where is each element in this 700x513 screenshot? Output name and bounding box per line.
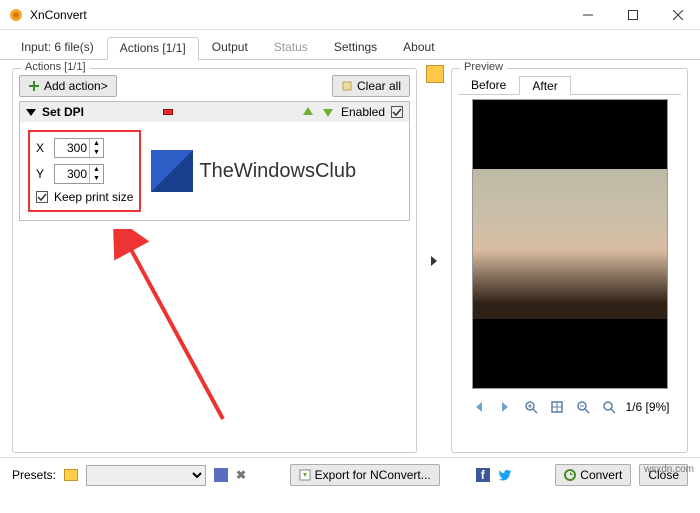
keep-print-label: Keep print size	[54, 190, 133, 204]
keep-print-checkbox[interactable]	[36, 191, 48, 203]
facebook-icon[interactable]: f	[476, 468, 490, 482]
export-icon	[299, 469, 311, 481]
tab-settings[interactable]: Settings	[321, 36, 390, 59]
y-label: Y	[36, 167, 48, 181]
convert-label: Convert	[580, 468, 622, 482]
export-label: Export for NConvert...	[315, 468, 431, 482]
preview-image	[472, 99, 668, 389]
delete-preset-icon[interactable]: ✖	[236, 468, 246, 482]
action-item: Set DPI Enabled X ▲▼	[19, 101, 410, 221]
minimize-button[interactable]	[565, 0, 610, 30]
move-up-icon[interactable]	[301, 105, 315, 119]
remove-action-icon[interactable]	[163, 109, 173, 115]
zoom-in-button[interactable]	[521, 397, 541, 417]
x-up[interactable]: ▲	[90, 139, 103, 148]
tab-status[interactable]: Status	[261, 36, 321, 59]
zoom-out-button[interactable]	[573, 397, 593, 417]
convert-button[interactable]: Convert	[555, 464, 631, 486]
export-nconvert-button[interactable]: Export for NConvert...	[290, 464, 440, 486]
zoom-actual-button[interactable]	[599, 397, 619, 417]
preview-counter: 1/6 [9%]	[625, 400, 669, 414]
y-up[interactable]: ▲	[90, 165, 103, 174]
app-icon	[8, 7, 24, 23]
clear-all-label: Clear all	[357, 79, 401, 93]
add-action-label: Add action>	[44, 79, 108, 93]
plus-icon	[28, 80, 40, 92]
next-image-button[interactable]	[495, 397, 515, 417]
annotation-arrow	[113, 229, 233, 429]
open-preset-icon[interactable]	[64, 469, 78, 481]
tab-after[interactable]: After	[519, 76, 570, 95]
add-action-button[interactable]: Add action>	[19, 75, 117, 97]
y-down[interactable]: ▼	[90, 174, 103, 183]
preview-photo	[473, 169, 667, 319]
tab-about[interactable]: About	[390, 36, 447, 59]
tab-before[interactable]: Before	[458, 75, 519, 94]
actions-fieldset: Actions [1/1] Add action> Clear all Set …	[12, 68, 417, 453]
twitter-icon[interactable]	[498, 468, 512, 482]
main-tabs: Input: 6 file(s) Actions [1/1] Output St…	[0, 36, 700, 60]
x-spin[interactable]: ▲▼	[54, 138, 104, 158]
bottom-bar: Presets: ✖ Export for NConvert... f Conv…	[0, 457, 700, 492]
preview-fieldset: Preview Before After 1/6 [9%]	[451, 68, 688, 453]
action-header[interactable]: Set DPI Enabled	[20, 102, 409, 122]
x-label: X	[36, 141, 48, 155]
window-title: XnConvert	[30, 8, 565, 22]
preview-tabs: Before After	[458, 75, 681, 95]
maximize-button[interactable]	[610, 0, 655, 30]
action-name: Set DPI	[42, 105, 157, 119]
enabled-label: Enabled	[341, 105, 385, 119]
enabled-checkbox[interactable]	[391, 106, 403, 118]
watermark-overlay: TheWindowsClub	[151, 150, 356, 192]
clear-all-button[interactable]: Clear all	[332, 75, 410, 97]
actions-legend: Actions [1/1]	[21, 61, 90, 73]
expand-arrow[interactable]	[425, 68, 443, 453]
watermark-text: TheWindowsClub	[199, 160, 356, 183]
preview-folder-icon[interactable]	[426, 65, 444, 83]
tab-output[interactable]: Output	[199, 36, 261, 59]
collapse-icon	[26, 109, 36, 116]
tab-input[interactable]: Input: 6 file(s)	[8, 36, 107, 59]
tab-actions[interactable]: Actions [1/1]	[107, 37, 199, 60]
y-spin[interactable]: ▲▼	[54, 164, 104, 184]
close-window-button[interactable]	[655, 0, 700, 30]
dpi-params: X ▲▼ Y ▲▼	[28, 130, 141, 212]
x-down[interactable]: ▼	[90, 148, 103, 157]
watermark-logo-icon	[151, 150, 193, 192]
presets-label: Presets:	[12, 468, 56, 482]
x-input[interactable]	[55, 139, 89, 157]
source-watermark: wsxdn.com	[644, 464, 694, 475]
convert-icon	[564, 469, 576, 481]
preview-legend: Preview	[460, 61, 507, 73]
titlebar: XnConvert	[0, 0, 700, 30]
y-input[interactable]	[55, 165, 89, 183]
zoom-fit-button[interactable]	[547, 397, 567, 417]
move-down-icon[interactable]	[321, 105, 335, 119]
clear-icon	[341, 80, 353, 92]
preset-select[interactable]	[86, 465, 206, 486]
preview-nav: 1/6 [9%]	[458, 397, 681, 417]
save-preset-icon[interactable]	[214, 468, 228, 482]
action-body: X ▲▼ Y ▲▼	[20, 122, 409, 220]
prev-image-button[interactable]	[469, 397, 489, 417]
